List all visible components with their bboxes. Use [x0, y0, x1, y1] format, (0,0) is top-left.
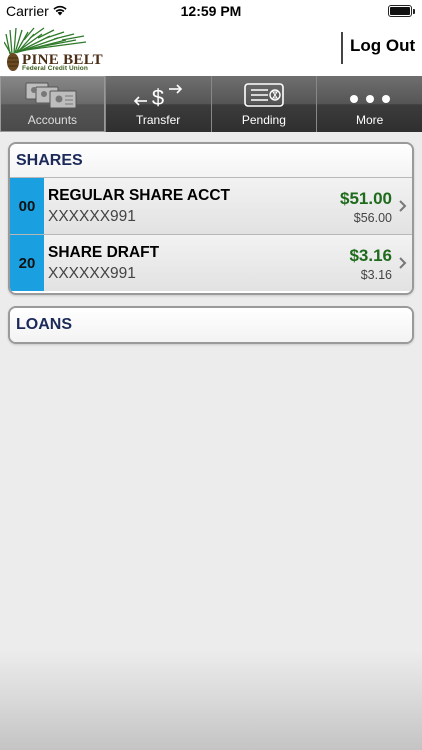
- nav-label-accounts: Accounts: [27, 113, 78, 127]
- account-suffix: 00: [10, 178, 44, 234]
- account-row-regular-share[interactable]: 00 REGULAR SHARE ACCT XXXXXX991 $51.00 $…: [10, 177, 412, 234]
- pending-check-icon: [244, 83, 284, 107]
- account-name: SHARE DRAFT: [48, 244, 160, 261]
- header-divider: [341, 32, 343, 64]
- chevron-right-icon: [399, 257, 407, 269]
- nav-item-pending[interactable]: Pending: [212, 76, 318, 132]
- svg-text:$: $: [152, 85, 164, 110]
- battery-icon: [388, 5, 415, 17]
- available-balance: $3.16: [349, 246, 392, 265]
- nav-label-transfer: Transfer: [136, 113, 181, 127]
- account-row-share-draft[interactable]: 20 SHARE DRAFT XXXXXX991 $3.16 $3.16: [10, 234, 412, 291]
- nav-item-transfer[interactable]: $ Transfer: [106, 76, 212, 132]
- clock: 12:59 PM: [180, 3, 242, 19]
- nav-label-more: More: [355, 113, 384, 127]
- pine-belt-logo: PINE BELT Federal Credit Union: [4, 24, 103, 72]
- shares-section-title: SHARES: [10, 144, 412, 177]
- logo-subtitle: Federal Credit Union: [22, 65, 88, 72]
- account-number: XXXXXX991: [48, 265, 136, 282]
- shares-panel: SHARES 00 REGULAR SHARE ACCT XXXXXX991 $…: [8, 142, 414, 295]
- nav-item-more[interactable]: More: [317, 76, 422, 132]
- account-suffix: 20: [10, 235, 44, 291]
- account-number: XXXXXX991: [48, 208, 136, 225]
- current-balance: $3.16: [360, 268, 392, 282]
- account-name: REGULAR SHARE ACCT: [48, 187, 230, 204]
- logout-button[interactable]: Log Out: [350, 36, 415, 56]
- accounts-cards-icon: [25, 82, 77, 109]
- main-nav: Accounts $ Transfer Pending More: [0, 76, 422, 132]
- current-balance: $56.00: [353, 211, 392, 225]
- loans-section-title: LOANS: [10, 308, 412, 342]
- chevron-right-icon: [399, 200, 407, 212]
- status-bar: Carrier 12:59 PM: [0, 0, 422, 22]
- loans-panel[interactable]: LOANS: [8, 306, 414, 344]
- nav-label-pending: Pending: [241, 113, 286, 127]
- nav-item-accounts[interactable]: Accounts: [0, 76, 106, 132]
- available-balance: $51.00: [340, 189, 392, 208]
- more-dots-icon: [349, 95, 390, 103]
- app-header: PINE BELT Federal Credit Union Log Out: [0, 22, 422, 76]
- transfer-dollar-icon: $: [133, 84, 183, 110]
